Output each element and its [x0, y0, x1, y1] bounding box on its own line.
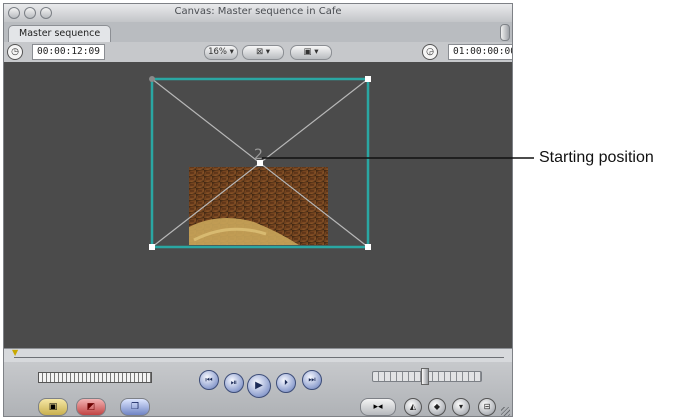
current-time-clock-icon: ◷	[7, 44, 23, 60]
corner-handle-top-left[interactable]	[149, 76, 155, 82]
canvas-window: Canvas: Master sequence in Cafe Master s…	[3, 3, 513, 417]
play-in-to-out-icon[interactable]: ⏯	[224, 373, 244, 393]
tab-bar: Master sequence	[4, 22, 512, 43]
match-frame-button[interactable]: ⊟	[478, 398, 496, 416]
display-popup[interactable]: ▣ ▾	[290, 45, 332, 60]
mark-clip-icon: ◭	[409, 402, 417, 411]
canvas-viewer[interactable]: 2	[4, 62, 512, 348]
jog-knob[interactable]	[421, 368, 429, 385]
coffee-beans-image[interactable]	[189, 167, 328, 245]
insert-button[interactable]: ▣	[38, 398, 68, 416]
tab-scroll-handle[interactable]	[500, 24, 510, 41]
scrubber-bar[interactable]: ▼	[4, 348, 512, 363]
corner-handle-bottom-left[interactable]	[149, 244, 155, 250]
window-title: Canvas: Master sequence in Cafe	[174, 6, 342, 17]
add-marker-button[interactable]: ▾	[452, 398, 470, 416]
duration-timecode-field[interactable]: 01:00:00:00	[448, 44, 512, 60]
mark-in-out-icon: ▸◂	[373, 402, 383, 412]
chevron-down-icon: ▾	[226, 47, 234, 57]
transport-controls: ⏮ ⏯ ▶ ⏵ ⏭ ▣ ◩ ❐ ▸◂ ◭ ◆ ▾ ⊟	[4, 362, 512, 416]
jog-control[interactable]	[372, 368, 482, 385]
resize-grip-icon[interactable]	[501, 407, 510, 416]
previous-edit-icon[interactable]: ⏮	[199, 370, 219, 390]
overwrite-icon: ◩	[86, 402, 96, 412]
canvas-overlay: 2	[149, 76, 371, 250]
mark-in-out-button[interactable]: ▸◂	[360, 398, 396, 416]
zoom-value: 16%	[208, 47, 227, 57]
match-frame-icon: ⊟	[483, 402, 491, 411]
chevron-down-icon: ▾	[311, 47, 319, 57]
starting-position-callout: Starting position	[539, 149, 654, 166]
shuttle-control[interactable]	[38, 372, 152, 383]
current-timecode-field[interactable]: 00:00:12:09	[32, 44, 105, 60]
playhead-icon[interactable]: ▼	[12, 349, 18, 357]
corner-handle-bottom-right[interactable]	[365, 244, 371, 250]
corner-handle-top-right[interactable]	[365, 76, 371, 82]
replace-button[interactable]: ❐	[120, 398, 150, 416]
insert-icon: ▣	[48, 402, 58, 412]
chevron-down-icon: ▾	[263, 47, 271, 57]
zoom-popup[interactable]: 16% ▾	[204, 45, 238, 60]
tab-master-sequence[interactable]: Master sequence	[8, 25, 112, 43]
mark-clip-button[interactable]: ◭	[404, 398, 422, 416]
next-edit-icon[interactable]: ⏭	[302, 370, 322, 390]
title-bar[interactable]: Canvas: Master sequence in Cafe	[4, 4, 512, 23]
add-keyframe-icon: ◆	[433, 402, 441, 411]
canvas-toolbar: ◷ 00:00:12:09 16% ▾ ⊠ ▾ ▣ ▾ ◶ 01:00:00:0…	[4, 42, 512, 62]
view-popup[interactable]: ⊠ ▾	[242, 45, 284, 60]
play-around-icon[interactable]: ⏵	[276, 373, 296, 393]
add-keyframe-button[interactable]: ◆	[428, 398, 446, 416]
replace-icon: ❐	[130, 402, 140, 412]
add-marker-icon: ▾	[458, 402, 463, 411]
layer-number-label: 2	[254, 147, 263, 163]
overlay-icon: ⊠	[255, 47, 264, 57]
duration-clock-icon: ◶	[422, 44, 438, 60]
frame-icon: ▣	[303, 47, 312, 57]
overwrite-button[interactable]: ◩	[76, 398, 106, 416]
scrubber-track	[14, 357, 504, 358]
play-icon[interactable]: ▶	[247, 374, 271, 398]
